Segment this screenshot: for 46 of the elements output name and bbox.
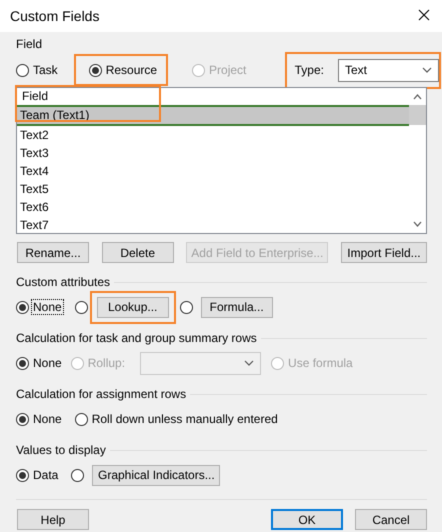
import-field-button[interactable]: Import Field... (340, 242, 427, 263)
radio-button[interactable] (16, 356, 29, 370)
delete-button[interactable]: Delete (102, 242, 174, 263)
formula-button[interactable]: Formula... (200, 296, 273, 318)
ok-button[interactable]: OK (271, 509, 343, 530)
list-row[interactable]: Text4 (17, 162, 409, 180)
lookup-button[interactable]: Lookup... (96, 296, 169, 318)
radio-label[interactable]: Roll down unless manually entered (90, 412, 279, 426)
radio-label[interactable]: None (32, 356, 63, 370)
list-row[interactable]: Text6 (17, 198, 409, 216)
dropdown-caret-icon (422, 67, 432, 73)
group-title: Field (16, 37, 44, 51)
radio-label[interactable]: Resource (104, 63, 158, 77)
section-title: Custom attributes (16, 275, 110, 289)
type-label: Type: (294, 63, 324, 77)
radio-label[interactable]: Data (32, 468, 60, 482)
list-row[interactable]: Team (Text1) (17, 107, 409, 126)
dropdown-caret-icon (244, 360, 254, 366)
radio-button[interactable] (88, 64, 102, 76)
list-row[interactable]: Text2 (17, 126, 409, 144)
type-dropdown[interactable]: Text (338, 58, 439, 82)
graphical-indicators-button[interactable]: Graphical Indicators... (92, 464, 220, 486)
list-row[interactable]: Text3 (17, 144, 409, 162)
radio-button[interactable] (71, 468, 84, 482)
dropdown-value: Text (345, 63, 368, 77)
radio-button[interactable] (74, 412, 88, 426)
radio-label[interactable]: Task (32, 63, 59, 77)
radio-button[interactable] (16, 412, 29, 426)
help-button[interactable]: Help (17, 509, 89, 530)
list-row[interactable]: Text5 (17, 180, 409, 198)
list-row[interactable]: Text7 (17, 216, 409, 234)
radio-button[interactable] (16, 300, 29, 314)
radio-button[interactable] (16, 64, 29, 76)
radio-button[interactable] (180, 300, 193, 314)
radio-button[interactable] (74, 300, 88, 314)
section-title: Values to display (16, 443, 106, 457)
rename-button[interactable]: Rename... (17, 242, 89, 263)
radio-label[interactable]: None (32, 300, 63, 314)
cancel-button[interactable]: Cancel (355, 509, 427, 530)
section-title: Calculation for assignment rows (16, 387, 186, 401)
radio-label[interactable]: None (32, 412, 63, 426)
section-title: Calculation for task and group summary rows (16, 331, 257, 345)
window-title: Custom Fields (10, 8, 100, 24)
radio-button[interactable] (16, 468, 29, 482)
scroll-thumb[interactable] (409, 105, 426, 125)
close-icon[interactable] (418, 9, 430, 21)
